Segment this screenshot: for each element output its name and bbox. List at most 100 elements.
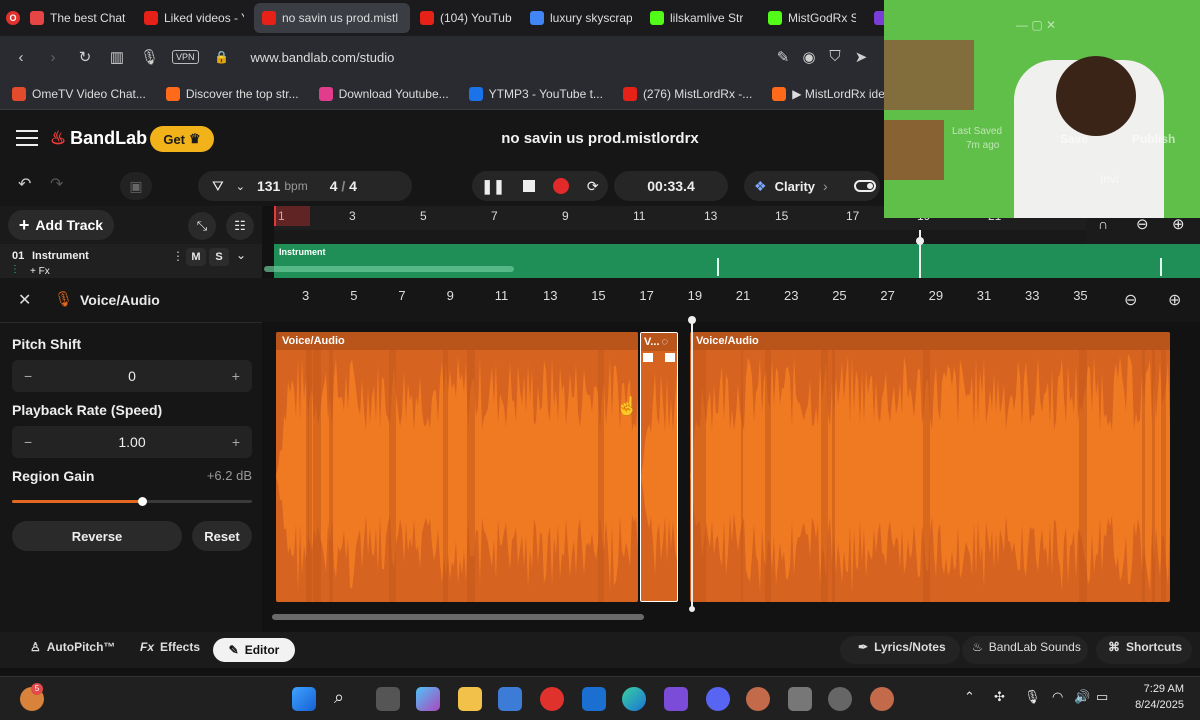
zoom-out-icon[interactable]: ⊖ <box>1124 290 1137 310</box>
windows-start-icon[interactable] <box>292 687 316 711</box>
browser-tab[interactable]: (104) YouTube <box>412 3 520 33</box>
bookmark-item[interactable]: ▶ MistLordRx idek... <box>772 86 901 101</box>
reload-icon[interactable]: ↻ <box>76 48 94 66</box>
bookmark-item[interactable]: (276) MistLordRx -... <box>622 86 752 101</box>
waveform-editor[interactable]: Voice/Audio V... ◌ Voice/Audio ☝ <box>262 316 1200 632</box>
audio-region[interactable]: Voice/Audio <box>276 332 638 602</box>
bookmark-item[interactable]: OmeTV Video Chat... <box>12 86 146 101</box>
record-icon[interactable] <box>552 178 569 194</box>
store-icon[interactable] <box>498 687 522 711</box>
outlook-icon[interactable] <box>582 687 606 711</box>
chevron-down-icon[interactable]: ⌄ <box>236 180 245 193</box>
time-signature[interactable]: 4 / 4 <box>330 178 357 194</box>
playback-rate-value[interactable]: 1.00 <box>118 434 145 450</box>
track-name[interactable]: Instrument <box>32 250 89 262</box>
bandlab-sounds-button[interactable]: ♨ BandLab Sounds <box>972 640 1081 654</box>
back-icon[interactable]: ‹ <box>12 49 30 66</box>
get-membership-button[interactable]: Get ♛ <box>150 126 214 152</box>
split-screen-icon[interactable]: ▥ <box>108 48 126 66</box>
region-gain-handle[interactable] <box>137 497 147 506</box>
edit-icon[interactable]: ✎ <box>774 48 792 66</box>
time-display[interactable]: 00:33.4 <box>614 171 728 201</box>
settings-icon[interactable] <box>828 687 852 711</box>
mute-button[interactable]: M <box>186 248 206 266</box>
browser-tab[interactable]: luxury skyscraper <box>522 3 640 33</box>
magnet-icon[interactable]: ∩ <box>1098 216 1108 232</box>
chevron-up-icon[interactable]: ⌃ <box>964 689 975 705</box>
wifi-icon[interactable]: ◠ <box>1052 689 1063 705</box>
minus-icon[interactable]: − <box>24 368 32 384</box>
chevron-down-icon[interactable]: ⌄ <box>236 248 246 262</box>
camera-app-icon[interactable] <box>788 687 812 711</box>
playhead-top-knob[interactable] <box>916 237 924 245</box>
loop-icon[interactable]: ◌ <box>662 336 669 348</box>
bookmark-item[interactable]: YTMP3 - YouTube t... <box>468 86 603 101</box>
edge-icon[interactable] <box>622 687 646 711</box>
loop-icon[interactable]: ⟳ <box>587 178 599 195</box>
volume-icon[interactable]: 🔊 <box>1074 689 1090 705</box>
clipchamp-icon[interactable] <box>664 687 688 711</box>
editor-timeline-ruler[interactable]: ⊖ ⊕ 3 5 7 9 11 13 15 17 19 21 23 25 27 29 31 33 35 <box>262 278 1200 322</box>
bookmark-item[interactable]: Discover the top str... <box>165 86 299 101</box>
reset-button[interactable]: Reset <box>192 521 252 551</box>
camera-icon[interactable]: ◉ <box>800 48 818 66</box>
instrument-track-lane[interactable]: Instrument <box>264 244 1200 278</box>
track-menu-icon[interactable]: ⋮ <box>172 249 184 263</box>
browser-tab[interactable]: MistGodRx Str <box>760 3 864 33</box>
battery-icon[interactable]: ▭ <box>1096 689 1108 705</box>
copilot-icon[interactable] <box>416 687 440 711</box>
clarity-control[interactable]: ❖ Clarity › <box>744 171 880 201</box>
forward-icon[interactable]: › <box>44 49 62 66</box>
horizontal-scrollbar[interactable] <box>272 614 644 620</box>
mic-tray-icon[interactable]: 🎙 <box>1024 689 1041 705</box>
add-track-button[interactable]: + Add Track <box>8 210 114 240</box>
task-view-icon[interactable] <box>376 687 400 711</box>
redo-icon[interactable]: ↷ <box>50 174 63 194</box>
save-version-icon[interactable]: ▣ <box>120 172 152 200</box>
browser-tab[interactable]: lilskamlive Str <box>642 3 758 33</box>
mixer-icon[interactable]: ☷ <box>226 212 254 240</box>
file-explorer-icon[interactable] <box>458 687 482 711</box>
browser-tab[interactable]: The best ChatBot <box>22 3 134 33</box>
plus-icon[interactable]: + <box>232 368 240 384</box>
stop-icon[interactable] <box>522 180 535 192</box>
bpm-value[interactable]: 131 <box>257 178 280 194</box>
loop-marker[interactable] <box>274 206 310 226</box>
clock-date[interactable]: 8/24/2025 <box>1124 699 1184 711</box>
pause-icon[interactable]: ❚❚ <box>481 178 504 195</box>
playhead-bottom-knob[interactable] <box>689 606 695 612</box>
horizontal-scrollbar-top[interactable] <box>264 266 514 272</box>
browser-tab[interactable]: Liked videos - You <box>136 3 252 33</box>
game-icon-2[interactable] <box>870 687 894 711</box>
audio-region-selected[interactable]: V... ◌ <box>640 332 678 602</box>
solo-button[interactable]: S <box>209 248 229 266</box>
reverse-button[interactable]: Reverse <box>12 521 182 551</box>
minus-icon[interactable]: − <box>24 434 32 450</box>
search-icon[interactable]: ⌕ <box>334 687 344 708</box>
shield-icon[interactable]: ⛉ <box>826 48 844 65</box>
game-icon[interactable] <box>746 687 770 711</box>
browser-tab[interactable]: no savin us prod.mistl <box>254 3 410 33</box>
editor-button[interactable]: ✎ Editor <box>213 638 295 662</box>
send-icon[interactable]: ➤ <box>852 48 870 66</box>
shortcuts-button[interactable]: ⌘ Shortcuts <box>1108 640 1182 654</box>
metronome-icon[interactable]: ⛛ <box>212 178 224 195</box>
audio-region[interactable]: Voice/Audio <box>690 332 1170 602</box>
zoom-in-icon[interactable]: ⊕ <box>1168 290 1181 310</box>
project-title[interactable]: no savin us prod.mistlordrx <box>420 130 780 147</box>
microphone-icon[interactable]: 🎙 <box>140 48 159 66</box>
url-text[interactable]: www.bandlab.com/studio <box>251 50 395 65</box>
pitch-shift-value[interactable]: 0 <box>128 368 136 384</box>
effects-button[interactable]: Fx Effects <box>140 640 200 654</box>
opera-logo-icon[interactable]: O <box>6 11 20 25</box>
lyrics-notes-button[interactable]: ✒ Lyrics/Notes <box>858 640 946 654</box>
playhead[interactable] <box>691 318 693 608</box>
vpn-badge[interactable]: VPN <box>172 50 199 64</box>
lock-icon[interactable]: 🔒 <box>213 50 231 64</box>
clarity-toggle[interactable] <box>853 180 876 192</box>
clock-time[interactable]: 7:29 AM <box>1130 683 1184 695</box>
autopitch-button[interactable]: ♙ AutoPitch™ <box>30 640 115 654</box>
close-icon[interactable]: ✕ <box>18 290 31 310</box>
discord-icon[interactable] <box>706 687 730 711</box>
playhead-knob[interactable] <box>688 316 696 324</box>
